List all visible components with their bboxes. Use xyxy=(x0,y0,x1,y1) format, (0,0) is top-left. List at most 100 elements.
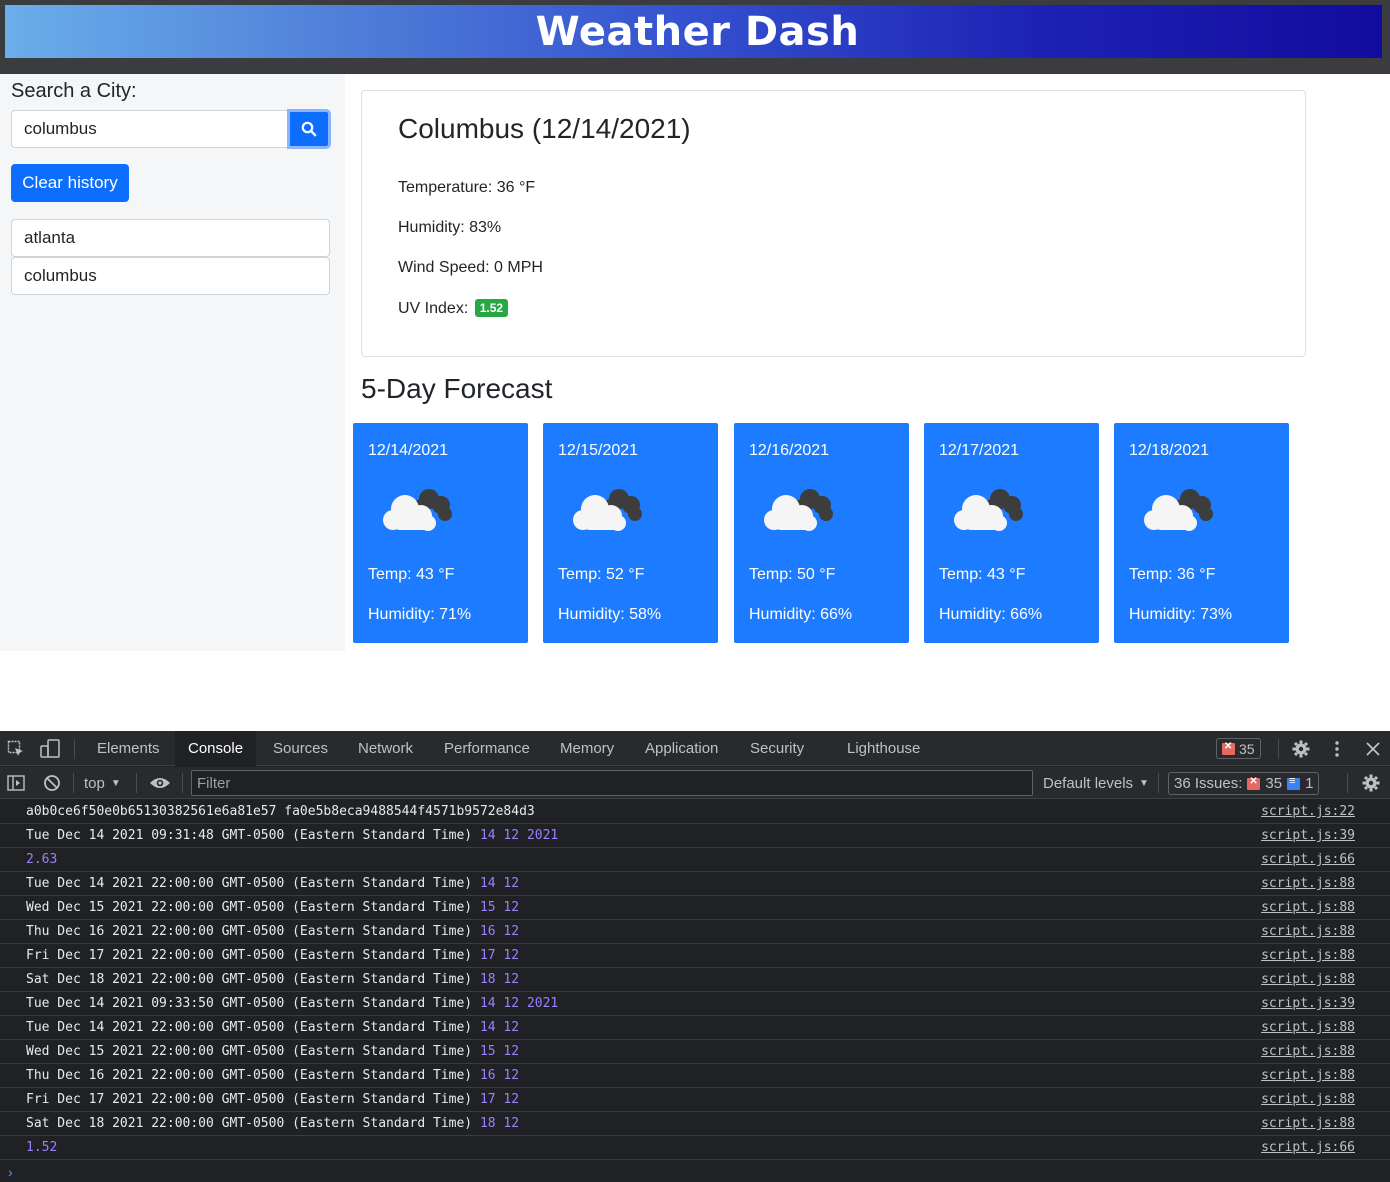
log-source-link[interactable]: script.js:88 xyxy=(1261,1092,1355,1107)
log-number: 16 12 xyxy=(479,1068,520,1083)
log-source-link[interactable]: script.js:88 xyxy=(1261,1068,1355,1083)
forecast-title: 5-Day Forecast xyxy=(361,373,553,404)
log-source-link[interactable]: script.js:88 xyxy=(1261,876,1355,891)
log-number: 18 12 xyxy=(479,972,520,987)
console-log-row: a0b0ce6f50e0b65130382561e6a81e57 fa0e5b8… xyxy=(0,800,1390,824)
log-number: 1.52 xyxy=(26,1140,58,1155)
forecast-date: 12/17/2021 xyxy=(939,442,1020,459)
forecast-card: 12/14/2021 Temp: 43 °F Humidity: 71% xyxy=(353,423,528,643)
forecast-card: 12/18/2021 Temp: 36 °F Humidity: 73% xyxy=(1114,423,1289,643)
chevron-down-icon: ▼ xyxy=(1139,777,1149,789)
log-source-link[interactable]: script.js:39 xyxy=(1261,828,1355,843)
clear-console-icon[interactable] xyxy=(42,773,62,793)
close-devtools-icon[interactable] xyxy=(1362,738,1384,760)
log-number: 14 12 2021 xyxy=(479,828,559,843)
clear-history-button[interactable]: Clear history xyxy=(11,164,129,202)
console-log-row: Tue Dec 14 2021 22:00:00 GMT-0500 (Easte… xyxy=(0,872,1390,896)
tab-performance[interactable]: Performance xyxy=(431,731,543,766)
history-item[interactable]: atlanta xyxy=(11,219,330,257)
console-log-row: Wed Dec 15 2021 22:00:00 GMT-0500 (Easte… xyxy=(0,1040,1390,1064)
separator xyxy=(182,773,183,793)
forecast-humidity: Humidity: 58% xyxy=(558,606,662,623)
console-log-row: 1.52 script.js:66 xyxy=(0,1136,1390,1160)
separator xyxy=(1278,739,1279,759)
forecast-date: 12/14/2021 xyxy=(368,442,449,459)
log-source-link[interactable]: script.js:22 xyxy=(1261,804,1355,819)
log-text: Fri Dec 17 2021 22:00:00 GMT-0500 (Easte… xyxy=(26,948,480,963)
devtools-panel: Elements Console Sources Network Performance… xyxy=(0,731,1390,1182)
cloudy-icon xyxy=(954,489,1023,531)
context-label: top xyxy=(84,774,105,792)
log-source-link[interactable]: script.js:66 xyxy=(1261,852,1355,867)
log-text: Wed Dec 15 2021 22:00:00 GMT-0500 (Easte… xyxy=(26,900,480,915)
tab-sources[interactable]: Sources xyxy=(260,731,341,766)
log-text: Tue Dec 14 2021 09:31:48 GMT-0500 (Easte… xyxy=(26,828,480,843)
search-label: Search a City: xyxy=(11,80,137,102)
console-log-row: Fri Dec 17 2021 22:00:00 GMT-0500 (Easte… xyxy=(0,1088,1390,1112)
log-text: Fri Dec 17 2021 22:00:00 GMT-0500 (Easte… xyxy=(26,1092,480,1107)
show-sidebar-icon[interactable] xyxy=(6,773,26,793)
tab-network[interactable]: Network xyxy=(345,731,426,766)
tab-security[interactable]: Security xyxy=(737,731,817,766)
log-source-link[interactable]: script.js:88 xyxy=(1261,900,1355,915)
search-icon xyxy=(301,121,317,137)
city-search-input[interactable] xyxy=(11,110,287,148)
app-header-bar: Weather Dash xyxy=(0,0,1390,74)
forecast-humidity: Humidity: 71% xyxy=(368,606,472,623)
issues-info-count: 1 xyxy=(1305,775,1314,792)
log-text: Tue Dec 14 2021 22:00:00 GMT-0500 (Easte… xyxy=(26,876,480,891)
separator xyxy=(74,739,75,759)
live-expression-eye-icon[interactable] xyxy=(148,773,172,793)
console-settings-gear-icon[interactable] xyxy=(1360,772,1382,794)
log-source-link[interactable]: script.js:88 xyxy=(1261,972,1355,987)
settings-gear-icon[interactable] xyxy=(1290,738,1312,760)
log-text: Thu Dec 16 2021 22:00:00 GMT-0500 (Easte… xyxy=(26,924,480,939)
log-source-link[interactable]: script.js:39 xyxy=(1261,996,1355,1011)
log-source-link[interactable]: script.js:88 xyxy=(1261,924,1355,939)
forecast-temp: Temp: 43 °F xyxy=(939,566,1026,583)
error-flag-icon xyxy=(1247,776,1261,790)
context-selector[interactable]: top ▼ xyxy=(84,772,121,794)
log-source-link[interactable]: script.js:88 xyxy=(1261,1116,1355,1131)
issues-button[interactable]: 36 Issues: 35 1 xyxy=(1168,772,1320,795)
current-humidity: Humidity: 83% xyxy=(398,219,502,236)
console-log-row: Tue Dec 14 2021 09:33:50 GMT-0500 (Easte… xyxy=(0,992,1390,1016)
device-toolbar-icon[interactable] xyxy=(39,738,61,760)
log-source-link[interactable]: script.js:88 xyxy=(1261,1020,1355,1035)
uv-badge: 1.52 xyxy=(474,299,509,317)
log-source-link[interactable]: script.js:88 xyxy=(1261,948,1355,963)
console-log-row: Thu Dec 16 2021 22:00:00 GMT-0500 (Easte… xyxy=(0,1064,1390,1088)
cloudy-icon xyxy=(573,489,642,531)
issues-error-count: 35 xyxy=(1265,775,1283,792)
forecast-temp: Temp: 50 °F xyxy=(749,566,836,583)
history-item[interactable]: columbus xyxy=(11,257,330,295)
app-header: Weather Dash xyxy=(5,5,1382,58)
log-source-link[interactable]: script.js:88 xyxy=(1261,1044,1355,1059)
current-uv-index: UV Index: 1.52 xyxy=(398,299,509,318)
search-history-list: atlanta columbus xyxy=(11,219,330,295)
tab-console[interactable]: Console xyxy=(175,731,257,766)
more-options-icon[interactable] xyxy=(1327,738,1347,760)
error-count-badge[interactable]: 35 xyxy=(1216,738,1261,759)
log-source-link[interactable]: script.js:66 xyxy=(1261,1140,1355,1155)
console-prompt-icon[interactable]: › xyxy=(8,1164,13,1180)
app-title: Weather Dash xyxy=(535,8,860,55)
current-temperature: Temperature: 36 °F xyxy=(398,179,536,196)
log-number: 2.63 xyxy=(26,852,58,867)
console-log-row: Tue Dec 14 2021 22:00:00 GMT-0500 (Easte… xyxy=(0,1016,1390,1040)
forecast-temp: Temp: 52 °F xyxy=(558,566,645,583)
console-log-row: Sat Dec 18 2021 22:00:00 GMT-0500 (Easte… xyxy=(0,968,1390,992)
log-levels-dropdown[interactable]: Default levels ▼ xyxy=(1043,772,1149,794)
search-button[interactable] xyxy=(287,109,331,149)
log-text: Sat Dec 18 2021 22:00:00 GMT-0500 (Easte… xyxy=(26,1116,480,1131)
console-log-row: Sat Dec 18 2021 22:00:00 GMT-0500 (Easte… xyxy=(0,1112,1390,1136)
separator xyxy=(73,773,74,793)
tab-memory[interactable]: Memory xyxy=(547,731,627,766)
inspect-element-icon[interactable] xyxy=(6,739,26,759)
log-number: 14 12 2021 xyxy=(479,996,559,1011)
tab-lighthouse[interactable]: Lighthouse xyxy=(834,731,933,766)
console-filter-input[interactable] xyxy=(191,770,1033,796)
tab-application[interactable]: Application xyxy=(632,731,731,766)
uv-label: UV Index: xyxy=(398,300,469,317)
tab-elements[interactable]: Elements xyxy=(84,731,173,766)
